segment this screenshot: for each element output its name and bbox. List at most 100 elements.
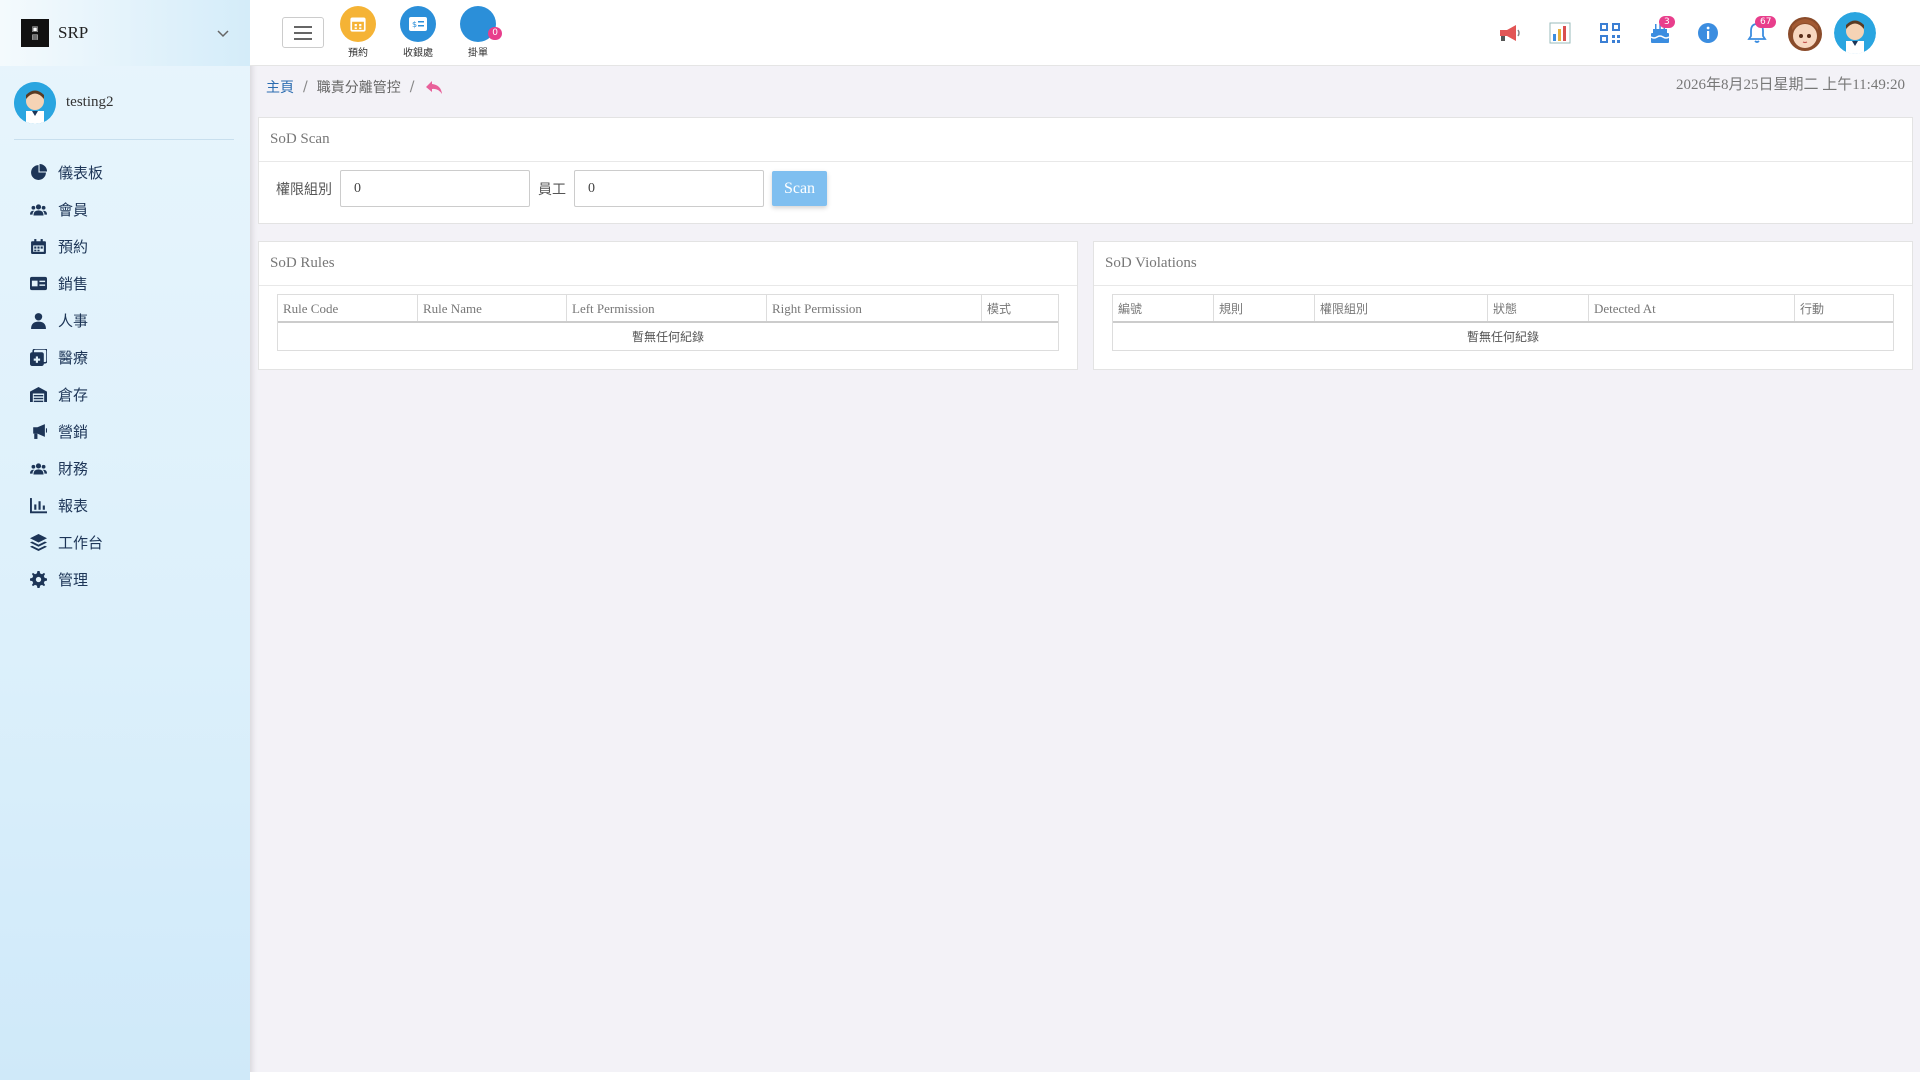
sidebar-nav: 儀表板 會員 預約 銷售 人事 醫療 倉存 營銷 財務 報表 工作台 管理: [0, 154, 250, 598]
breadcrumb-current: 職責分離管控: [316, 80, 401, 96]
pending-count-badge: 0: [488, 27, 502, 40]
column-header[interactable]: Detected At: [1589, 295, 1795, 321]
sod-scan-card: SoD Scan 權限組別 0 員工 0 Scan: [258, 117, 1913, 224]
warehouse-icon: [29, 386, 47, 404]
sidebar-item-label: 管理: [58, 571, 89, 589]
column-header[interactable]: Rule Name: [418, 295, 567, 321]
sidebar-item-label: 倉存: [58, 386, 89, 404]
sidebar-item-members[interactable]: 會員: [0, 191, 250, 228]
user-profile[interactable]: testing2: [14, 66, 234, 140]
table-header: 編號 規則 權限組別 狀態 Detected At 行動: [1113, 295, 1893, 323]
bell-icon[interactable]: 67: [1744, 16, 1777, 46]
sidebar-item-finance[interactable]: 財務: [0, 450, 250, 487]
sidebar-item-hr[interactable]: 人事: [0, 302, 250, 339]
column-header[interactable]: Left Permission: [567, 295, 767, 321]
chart-icon[interactable]: [1547, 20, 1573, 46]
breadcrumb-home-link[interactable]: 主頁: [266, 77, 294, 97]
staff-label: 員工: [538, 181, 566, 198]
scan-button[interactable]: Scan: [772, 171, 827, 206]
quick-pending-order-button[interactable]: 0 掛單: [453, 6, 503, 59]
medical-icon: [29, 349, 47, 367]
card-title: SoD Scan: [259, 118, 1912, 162]
chevron-down-icon[interactable]: [216, 26, 230, 40]
id-card-icon: [29, 275, 47, 293]
column-header[interactable]: Rule Code: [278, 295, 418, 321]
sidebar-item-label: 報表: [58, 497, 89, 515]
brand-name: SRP: [58, 23, 89, 42]
quick-label: 預約: [348, 48, 368, 59]
sidebar-item-label: 會員: [58, 201, 89, 219]
sidebar-item-booking[interactable]: 預約: [0, 228, 250, 265]
sidebar-item-reports[interactable]: 報表: [0, 487, 250, 524]
sod-violations-card: SoD Violations 編號 規則 權限組別 狀態 Detected At…: [1093, 241, 1913, 370]
sod-rules-card: SoD Rules Rule Code Rule Name Left Permi…: [258, 241, 1078, 370]
svg-text:$: $: [412, 20, 417, 29]
quick-label: 掛單: [468, 48, 488, 59]
breadcrumb: 主頁 / 職責分離管控 /: [266, 77, 443, 97]
avatar: [14, 81, 56, 124]
sidebar-item-label: 銷售: [58, 275, 89, 293]
footer: [250, 1072, 1920, 1080]
menu-toggle-button[interactable]: [282, 17, 324, 48]
table-header: Rule Code Rule Name Left Permission Righ…: [278, 295, 1058, 323]
column-header[interactable]: 編號: [1113, 295, 1214, 321]
sidebar: ▣ ▤ SRP testing2 儀表板 會員 預約 銷售 人事 醫療 倉存 營…: [0, 0, 250, 1080]
current-datetime: 2026年8月25日星期二 上午11:49:20: [1675, 77, 1905, 93]
quick-booking-button[interactable]: 預約: [333, 6, 383, 59]
sidebar-item-label: 營銷: [58, 423, 89, 441]
notification-count-badge: 67: [1755, 16, 1777, 28]
group-label: 權限組別: [276, 181, 332, 198]
brand-logo: ▣ ▤: [21, 19, 49, 47]
sidebar-item-marketing[interactable]: 營銷: [0, 413, 250, 450]
pie-chart-icon: [29, 164, 47, 182]
rules-table: Rule Code Rule Name Left Permission Righ…: [277, 294, 1059, 351]
sidebar-item-dashboard[interactable]: 儀表板: [0, 154, 250, 191]
staff-input[interactable]: 0: [574, 170, 764, 207]
pending-order-icon: 0: [460, 6, 502, 42]
sidebar-item-label: 人事: [58, 312, 89, 330]
sidebar-item-label: 儀表板: [58, 164, 104, 182]
empty-message: 暫無任何紀錄: [631, 330, 704, 344]
column-header[interactable]: 權限組別: [1315, 295, 1488, 321]
brand-header[interactable]: ▣ ▤ SRP: [0, 0, 250, 66]
sidebar-item-workbench[interactable]: 工作台: [0, 524, 250, 561]
card-title: SoD Violations: [1094, 242, 1912, 286]
info-icon[interactable]: [1695, 20, 1721, 46]
topbar: 預約 $ 收銀處 0 掛單 3 67: [250, 0, 1920, 66]
breadcrumb-separator: /: [409, 79, 415, 95]
column-header[interactable]: 行動: [1795, 295, 1893, 321]
bar-chart-icon: [29, 497, 47, 515]
breadcrumb-separator: /: [303, 79, 308, 95]
user-name: testing2: [66, 94, 114, 110]
qr-code-icon[interactable]: [1597, 20, 1623, 46]
card-title: SoD Rules: [259, 242, 1077, 286]
megaphone-icon[interactable]: [1496, 20, 1522, 46]
sidebar-item-admin[interactable]: 管理: [0, 561, 250, 598]
sidebar-item-label: 工作台: [58, 534, 104, 552]
sidebar-item-label: 財務: [58, 460, 89, 478]
users-icon: [29, 460, 47, 478]
cashier-icon: $: [400, 6, 436, 42]
birthday-cake-icon[interactable]: 3: [1647, 16, 1675, 46]
column-header[interactable]: Right Permission: [767, 295, 982, 321]
user-avatar[interactable]: [1834, 12, 1876, 54]
back-arrow-icon[interactable]: [425, 79, 443, 95]
sidebar-item-label: 預約: [58, 238, 89, 256]
calendar-icon: [340, 6, 376, 42]
column-header[interactable]: 規則: [1214, 295, 1315, 321]
megaphone-icon: [29, 423, 47, 441]
sidebar-item-warehouse[interactable]: 倉存: [0, 376, 250, 413]
mascot-avatar[interactable]: [1784, 12, 1826, 54]
permission-group-input[interactable]: 0: [340, 170, 530, 207]
empty-message: 暫無任何紀錄: [1466, 330, 1539, 344]
sidebar-item-sales[interactable]: 銷售: [0, 265, 250, 302]
violations-table: 編號 規則 權限組別 狀態 Detected At 行動 暫無任何紀錄: [1112, 294, 1894, 351]
scan-form: 權限組別 0 員工 0 Scan: [259, 162, 1912, 207]
gear-icon: [29, 571, 47, 589]
column-header[interactable]: 模式: [982, 295, 1058, 321]
users-icon: [29, 201, 47, 219]
column-header[interactable]: 狀態: [1488, 295, 1589, 321]
user-icon: [29, 312, 47, 330]
quick-cashier-button[interactable]: $ 收銀處: [393, 6, 443, 59]
sidebar-item-medical[interactable]: 醫療: [0, 339, 250, 376]
